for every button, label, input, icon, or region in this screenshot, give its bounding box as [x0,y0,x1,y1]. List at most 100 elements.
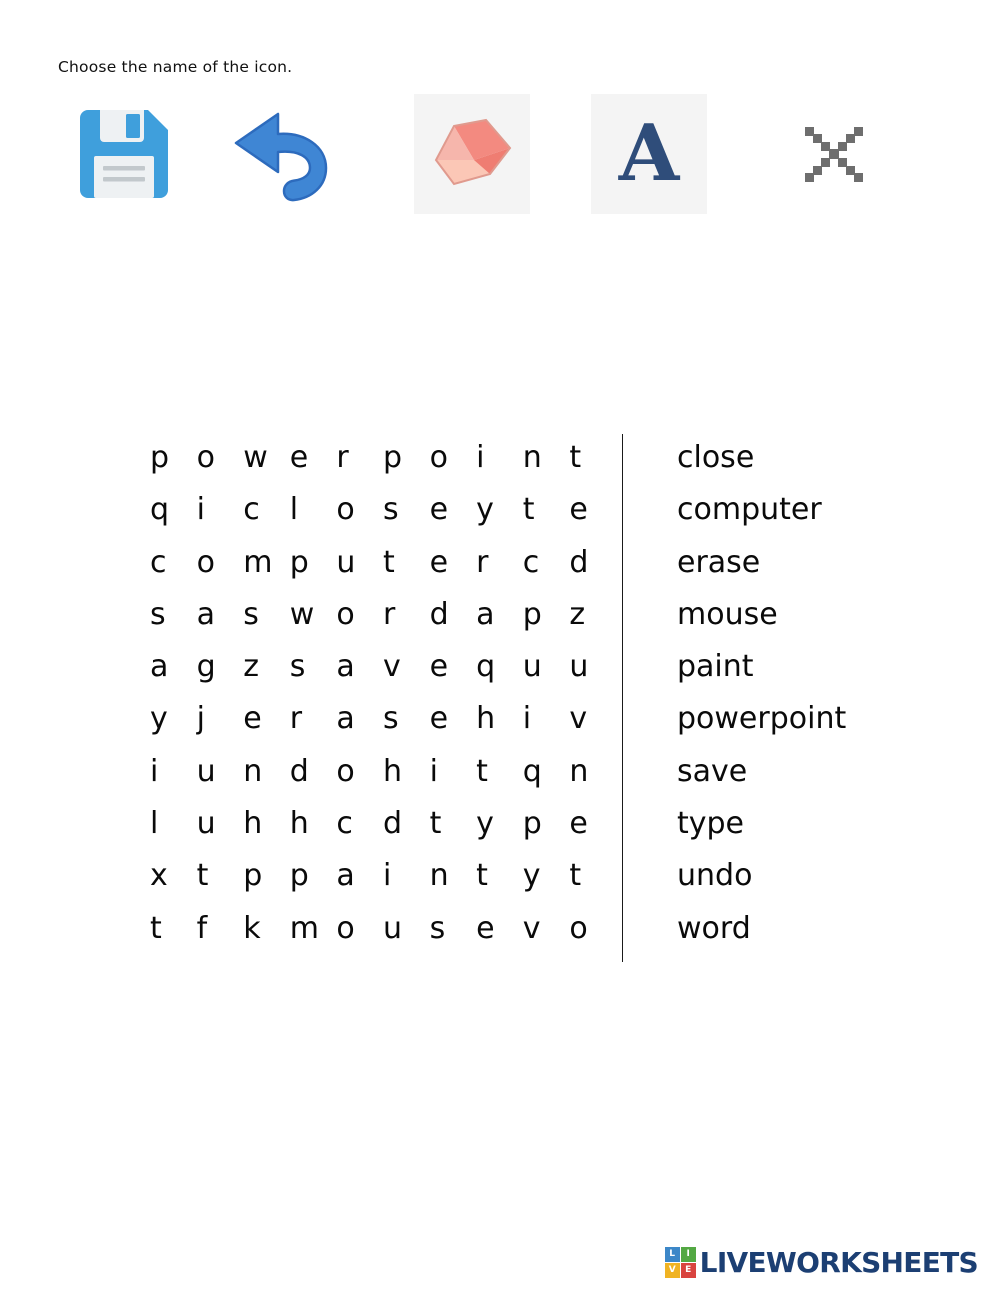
letter-cell[interactable]: u [336,537,383,589]
letter-cell[interactable]: s [150,589,197,641]
letter-cell[interactable]: d [383,798,430,850]
letter-cell[interactable]: i [476,432,523,484]
letter-cell[interactable]: q [150,484,197,536]
letter-cell[interactable]: m [243,537,290,589]
letter-cell[interactable]: p [383,432,430,484]
letter-cell[interactable]: t [150,903,197,955]
letter-cell[interactable]: y [523,850,570,902]
letter-cell[interactable]: e [430,641,477,693]
letter-cell[interactable]: h [383,746,430,798]
letter-cell[interactable]: e [430,537,477,589]
letter-cell[interactable]: p [243,850,290,902]
letter-cell[interactable]: i [150,746,197,798]
letter-cell[interactable]: x [150,850,197,902]
letter-cell[interactable]: q [476,641,523,693]
letter-cell[interactable]: c [243,484,290,536]
letter-cell[interactable]: y [150,693,197,745]
letter-cell[interactable]: o [197,537,244,589]
letter-cell[interactable]: z [569,589,616,641]
icon-option-close[interactable] [768,88,900,220]
letter-cell[interactable]: r [383,589,430,641]
letter-cell[interactable]: q [523,746,570,798]
letter-cell[interactable]: o [336,484,383,536]
icon-option-undo[interactable] [218,88,350,220]
letter-cell[interactable]: o [569,903,616,955]
letter-cell[interactable]: c [336,798,383,850]
letter-cell[interactable]: i [430,746,477,798]
letter-cell[interactable]: s [290,641,337,693]
letter-cell[interactable]: p [290,537,337,589]
letter-cell[interactable]: p [523,798,570,850]
letter-cell[interactable]: v [569,693,616,745]
letter-cell[interactable]: p [290,850,337,902]
letter-cell[interactable]: e [476,903,523,955]
word-list-item[interactable]: computer [677,484,846,536]
letter-cell[interactable]: f [197,903,244,955]
letter-cell[interactable]: s [383,484,430,536]
liveworksheets-logo[interactable]: LIVE LIVEWORKSHEETS [664,1245,979,1279]
letter-cell[interactable]: k [243,903,290,955]
letter-cell[interactable]: h [476,693,523,745]
letter-cell[interactable]: t [476,746,523,798]
letter-cell[interactable]: t [523,484,570,536]
letter-cell[interactable]: i [523,693,570,745]
letter-cell[interactable]: s [243,589,290,641]
letter-cell[interactable]: r [336,432,383,484]
letter-cell[interactable]: p [150,432,197,484]
letter-cell[interactable]: u [197,798,244,850]
letter-cell[interactable]: h [290,798,337,850]
word-list-item[interactable]: type [677,798,846,850]
letter-cell[interactable]: c [150,537,197,589]
word-list-item[interactable]: mouse [677,589,846,641]
word-list-item[interactable]: word [677,903,846,955]
letter-cell[interactable]: p [523,589,570,641]
letter-cell[interactable]: e [569,484,616,536]
letter-cell[interactable]: e [290,432,337,484]
letter-cell[interactable]: v [383,641,430,693]
letter-cell[interactable]: a [336,850,383,902]
letter-cell[interactable]: d [290,746,337,798]
letter-cell[interactable]: j [197,693,244,745]
letter-cell[interactable]: e [569,798,616,850]
letter-cell[interactable]: r [290,693,337,745]
letter-cell[interactable]: z [243,641,290,693]
letter-cell[interactable]: y [476,798,523,850]
letter-cell[interactable]: h [243,798,290,850]
letter-cell[interactable]: g [197,641,244,693]
letter-cell[interactable]: a [197,589,244,641]
word-list-item[interactable]: undo [677,850,846,902]
letter-cell[interactable]: e [243,693,290,745]
letter-cell[interactable]: u [383,903,430,955]
word-list-item[interactable]: powerpoint [677,693,846,745]
letter-cell[interactable]: o [336,746,383,798]
word-list-item[interactable]: erase [677,537,846,589]
letter-cell[interactable]: o [197,432,244,484]
letter-cell[interactable]: n [569,746,616,798]
letter-cell[interactable]: u [523,641,570,693]
letter-cell[interactable]: s [383,693,430,745]
letter-cell[interactable]: u [197,746,244,798]
icon-option-type[interactable]: A [583,88,715,220]
letter-cell[interactable]: t [569,850,616,902]
letter-grid[interactable]: powerpointqicloseytecomputercdsaswordapz… [150,432,616,955]
letter-cell[interactable]: r [476,537,523,589]
letter-cell[interactable]: l [290,484,337,536]
letter-cell[interactable]: a [336,641,383,693]
letter-cell[interactable]: w [243,432,290,484]
letter-cell[interactable]: e [430,693,477,745]
letter-cell[interactable]: a [476,589,523,641]
icon-option-save[interactable] [58,88,190,220]
icon-option-erase[interactable] [406,88,538,220]
letter-cell[interactable]: t [569,432,616,484]
letter-cell[interactable]: c [523,537,570,589]
letter-cell[interactable]: s [430,903,477,955]
letter-cell[interactable]: t [476,850,523,902]
word-list-item[interactable]: save [677,746,846,798]
letter-cell[interactable]: l [150,798,197,850]
letter-cell[interactable]: w [290,589,337,641]
letter-cell[interactable]: a [150,641,197,693]
letter-cell[interactable]: i [197,484,244,536]
letter-cell[interactable]: e [430,484,477,536]
letter-cell[interactable]: t [197,850,244,902]
letter-cell[interactable]: n [523,432,570,484]
